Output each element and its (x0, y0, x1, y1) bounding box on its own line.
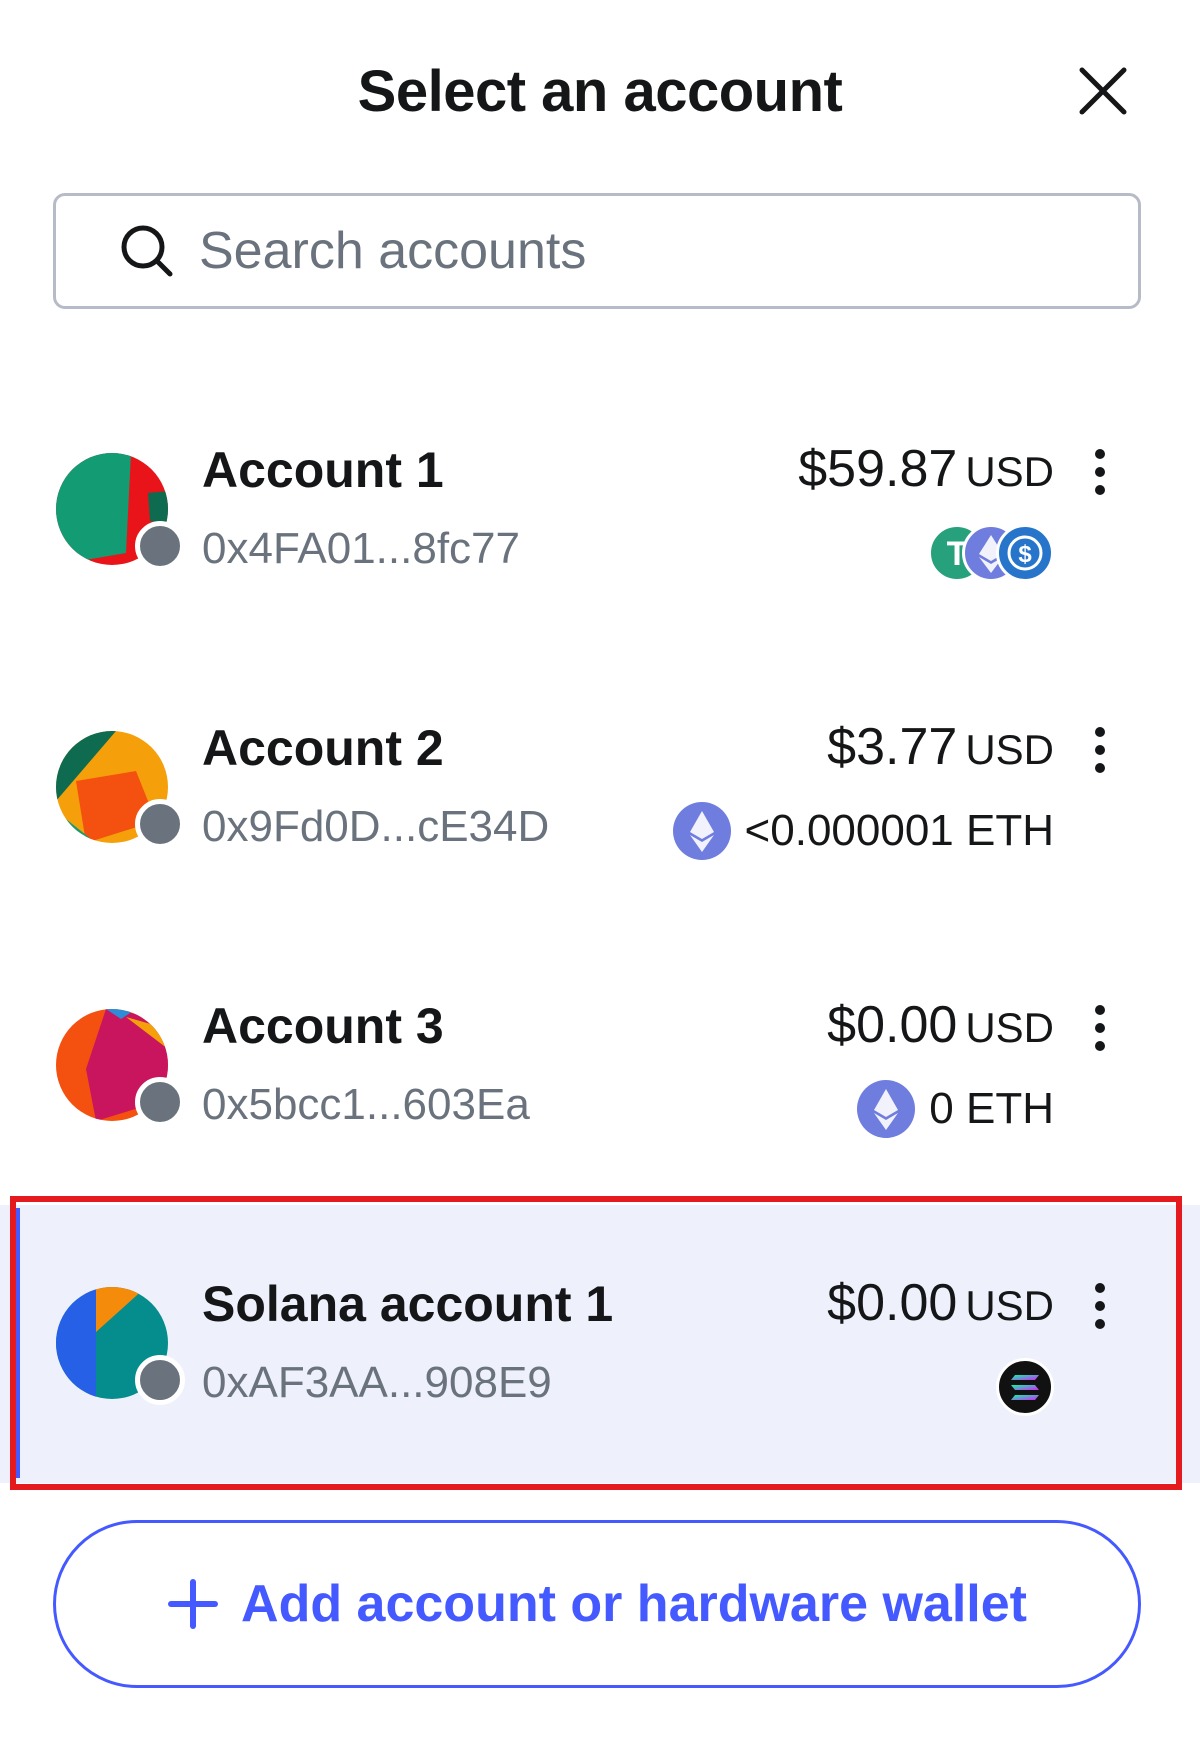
network-badge (135, 1355, 185, 1405)
account-menu-button[interactable] (1080, 1277, 1120, 1347)
add-account-label: Add account or hardware wallet (241, 1575, 1027, 1633)
token-icons (996, 1357, 1054, 1417)
account-address: 0x5bcc1...603Ea (202, 1080, 530, 1129)
token-icons: T $ (928, 523, 1054, 583)
close-button[interactable] (1072, 60, 1134, 122)
account-row-3[interactable]: Account 3 0x5bcc1...603Ea $0.00 USD 0 ETH (0, 927, 1200, 1205)
token-balance: <0.000001 ETH (672, 801, 1054, 861)
account-row-solana-1[interactable]: Solana account 1 0xAF3AA...908E9 $0.00 US… (0, 1205, 1200, 1483)
balance-currency: USD (965, 1282, 1054, 1329)
account-balance: $0.00 USD (827, 995, 1054, 1055)
account-address: 0xAF3AA...908E9 (202, 1358, 552, 1407)
account-menu-button[interactable] (1080, 443, 1120, 513)
ethereum-icon (672, 802, 731, 860)
solana-icon (996, 1358, 1054, 1416)
account-name: Account 1 (202, 442, 444, 498)
account-address: 0x9Fd0D...cE34D (202, 802, 550, 851)
balance-currency: USD (965, 726, 1054, 773)
account-balance: $0.00 USD (827, 1273, 1054, 1333)
usdc-icon: $ (996, 524, 1054, 582)
account-name: Solana account 1 (202, 1276, 614, 1332)
modal-header: Select an account (0, 0, 1200, 180)
search-input[interactable] (197, 220, 1081, 282)
balance-amount: $3.77 (827, 718, 958, 776)
account-balance: $3.77 USD (827, 717, 1054, 777)
account-address: 0x4FA01...8fc77 (202, 524, 520, 573)
plus-icon (168, 1579, 219, 1629)
token-amount: <0.000001 ETH (744, 806, 1054, 855)
balance-currency: USD (965, 1004, 1054, 1051)
account-menu-button[interactable] (1080, 721, 1120, 791)
selected-indicator (14, 1208, 20, 1478)
account-menu-button[interactable] (1080, 999, 1120, 1069)
page-title: Select an account (357, 59, 843, 124)
account-balance: $59.87 USD (798, 439, 1054, 499)
network-badge (135, 521, 185, 571)
search-box[interactable] (53, 193, 1141, 309)
balance-amount: $0.00 (827, 996, 958, 1054)
account-row-1[interactable]: Account 1 0x4FA01...8fc77 $59.87 USD T $ (0, 371, 1200, 649)
balance-currency: USD (965, 448, 1054, 495)
token-amount: 0 ETH (929, 1084, 1054, 1133)
balance-amount: $0.00 (827, 1274, 958, 1332)
add-account-button[interactable]: Add account or hardware wallet (53, 1520, 1141, 1688)
svg-text:$: $ (1018, 541, 1032, 568)
account-name: Account 2 (202, 720, 444, 776)
network-badge (135, 799, 185, 849)
close-icon (1079, 67, 1127, 115)
account-name: Account 3 (202, 998, 444, 1054)
token-balance: 0 ETH (857, 1079, 1054, 1139)
account-row-2[interactable]: Account 2 0x9Fd0D...cE34D $3.77 USD <0.00… (0, 649, 1200, 927)
balance-amount: $59.87 (798, 440, 958, 498)
network-badge (135, 1077, 185, 1127)
ethereum-icon (857, 1080, 916, 1138)
search-icon (121, 225, 173, 277)
